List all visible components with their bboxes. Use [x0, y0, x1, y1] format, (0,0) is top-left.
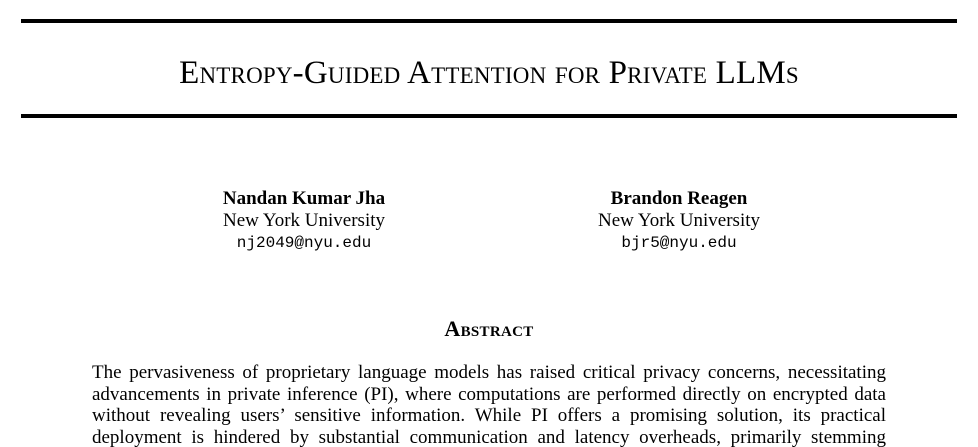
title-top-rule — [21, 19, 957, 23]
author-email: bjr5@nyu.edu — [621, 234, 737, 252]
author-name: Brandon Reagen — [610, 188, 748, 209]
abstract-line: deployment is hindered by substantial co… — [92, 426, 886, 447]
abstract-body: The pervasiveness of proprietary languag… — [92, 362, 886, 447]
abstract-line: without revealing users’ sensitive infor… — [92, 405, 886, 427]
author-affiliation: New York University — [222, 210, 386, 231]
author-block-1: Nandan Kumar Jha New York University nj2… — [174, 188, 434, 254]
paper-title: Entropy-Guided Attention for Private LLM… — [179, 55, 799, 91]
abstract-line: advancements in private inference (PI), … — [92, 383, 886, 405]
title-bottom-rule — [21, 114, 957, 118]
author-affiliation: New York University — [597, 210, 761, 231]
abstract-heading: Abstract — [444, 316, 534, 341]
author-name: Nandan Kumar Jha — [222, 188, 386, 209]
paper-page: Entropy-Guided Attention for Private LLM… — [0, 0, 978, 447]
author-block-2: Brandon Reagen New York University bjr5@… — [549, 188, 809, 254]
abstract-line: The pervasiveness of proprietary languag… — [92, 362, 886, 383]
author-email: nj2049@nyu.edu — [236, 234, 372, 252]
